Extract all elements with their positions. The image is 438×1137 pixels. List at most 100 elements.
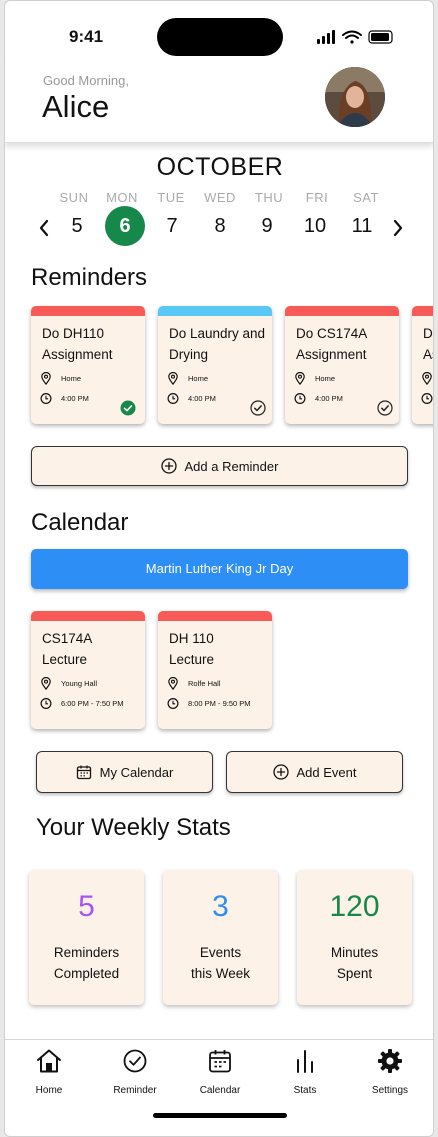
event-time: 8:00 PM - 9:50 PM bbox=[188, 698, 251, 708]
event-color-bar bbox=[158, 611, 272, 621]
clock-icon bbox=[167, 392, 179, 404]
weekly-stats-heading: Your Weekly Stats bbox=[36, 814, 231, 841]
location-pin-icon bbox=[168, 676, 178, 690]
day-11[interactable]: 11 bbox=[342, 206, 382, 246]
avatar[interactable] bbox=[325, 67, 385, 127]
reminder-time-row: 4:00 PM bbox=[294, 391, 343, 405]
status-time: 9:41 bbox=[69, 27, 104, 46]
status-icons bbox=[317, 30, 393, 44]
event-title: CS174A Lecture bbox=[42, 631, 92, 667]
event-time-row: 8:00 PM - 9:50 PM bbox=[167, 696, 251, 710]
reminder-color-bar bbox=[31, 306, 145, 316]
plus-circle-icon bbox=[272, 764, 289, 780]
tab-home-label: Home bbox=[35, 1085, 63, 1096]
reminder-color-bar bbox=[285, 306, 399, 316]
clock-icon bbox=[40, 392, 52, 404]
tab-settings-label: Settings bbox=[371, 1085, 409, 1096]
status-bar: 9:41 bbox=[5, 1, 433, 61]
weekday-label-thu: THU bbox=[254, 190, 284, 205]
stat-label-line1: Reminders bbox=[53, 945, 120, 960]
bottom-tab-bar: Home Reminder Calendar Stats Settings bbox=[5, 1039, 433, 1136]
reminder-time: 4:00 PM bbox=[61, 393, 89, 403]
user-name: Alice bbox=[42, 89, 110, 124]
tab-reminder-label: Reminder bbox=[113, 1085, 157, 1096]
my-calendar-button[interactable]: My Calendar bbox=[36, 751, 213, 793]
reminder-location-row: Home bbox=[40, 371, 81, 385]
stat-card-minutes: 120 Minutes Spent bbox=[297, 870, 412, 1005]
weekday-label-mon: MON bbox=[106, 190, 138, 205]
weekday-label-fri: FRI bbox=[305, 190, 329, 205]
tab-stats-label: Stats bbox=[293, 1085, 317, 1096]
tab-home[interactable]: Home bbox=[9, 1048, 89, 1096]
phone-screen: 9:41 Good Morning, Alice OCTOBER SUN MON… bbox=[4, 0, 434, 1137]
home-indicator bbox=[153, 1113, 287, 1118]
my-calendar-label: My Calendar bbox=[99, 764, 174, 780]
check-circle-icon[interactable] bbox=[377, 400, 393, 416]
reminder-card-partial[interactable]: Do As bbox=[412, 306, 433, 424]
day-10[interactable]: 10 bbox=[295, 206, 335, 246]
stat-card-reminders: 5 Reminders Completed bbox=[29, 870, 144, 1005]
add-event-button[interactable]: Add Event bbox=[226, 751, 403, 793]
reminder-location: Home bbox=[61, 373, 82, 383]
day-9[interactable]: 9 bbox=[247, 206, 287, 246]
stat-label-line1: Minutes bbox=[330, 945, 379, 960]
clock-icon bbox=[167, 697, 179, 709]
stat-card-events: 3 Events this Week bbox=[163, 870, 278, 1005]
day-7[interactable]: 7 bbox=[152, 206, 192, 246]
reminder-title: Do As bbox=[423, 323, 433, 365]
weekday-label-sun: SUN bbox=[59, 190, 89, 205]
reminder-time-row bbox=[421, 391, 433, 405]
calendar-icon bbox=[209, 1050, 231, 1073]
prev-week-arrow-icon[interactable] bbox=[37, 217, 51, 239]
reminder-title: Do DH110 Assignment bbox=[42, 326, 113, 362]
day-5[interactable]: 5 bbox=[57, 206, 97, 246]
check-circle-icon[interactable] bbox=[250, 400, 266, 416]
reminder-card[interactable]: Do DH110 Assignment Home 4:00 PM bbox=[31, 306, 145, 424]
calendar-icon bbox=[76, 765, 91, 780]
event-time-row: 6:00 PM - 7:50 PM bbox=[40, 696, 124, 710]
completed-check-icon[interactable] bbox=[120, 400, 136, 416]
event-time: 6:00 PM - 7:50 PM bbox=[61, 698, 124, 708]
stat-label-line2: this Week bbox=[190, 966, 251, 981]
reminder-location: Home bbox=[315, 373, 336, 383]
next-week-arrow-icon[interactable] bbox=[391, 217, 405, 239]
reminder-location: Home bbox=[188, 373, 209, 383]
reminder-title-line2: As bbox=[423, 347, 433, 362]
reminder-title: Do Laundry and Drying bbox=[169, 326, 266, 362]
day-6-selected[interactable]: 6 bbox=[105, 206, 145, 246]
bar-stats-icon bbox=[297, 1050, 313, 1073]
stat-label: Reminders Completed bbox=[29, 942, 144, 984]
tab-reminder[interactable]: Reminder bbox=[95, 1048, 175, 1096]
month-title: OCTOBER bbox=[156, 153, 284, 181]
plus-circle-icon bbox=[160, 458, 177, 474]
add-event-label: Add Event bbox=[296, 764, 357, 780]
stat-label-line1: Events bbox=[199, 945, 242, 960]
add-reminder-button[interactable]: Add a Reminder bbox=[31, 446, 408, 486]
reminder-card[interactable]: Do Laundry and Drying Home 4:00 PM bbox=[158, 306, 272, 424]
home-icon bbox=[37, 1049, 61, 1073]
day-8[interactable]: 8 bbox=[200, 206, 240, 246]
signal-icon bbox=[317, 30, 335, 44]
reminder-time-row: 4:00 PM bbox=[167, 391, 216, 405]
reminder-card[interactable]: Do CS174A Assignment Home 4:00 PM bbox=[285, 306, 399, 424]
all-day-event-banner[interactable]: Martin Luther King Jr Day bbox=[31, 549, 408, 589]
location-pin-icon bbox=[168, 371, 178, 385]
reminder-location-row bbox=[421, 371, 433, 385]
location-pin-icon bbox=[295, 371, 305, 385]
reminder-color-bar bbox=[412, 306, 433, 316]
event-card[interactable]: DH 110 Lecture Rolfe Hall 8:00 PM - 9:50… bbox=[158, 611, 272, 729]
clock-icon bbox=[40, 697, 52, 709]
tab-calendar[interactable]: Calendar bbox=[180, 1048, 260, 1096]
tab-stats[interactable]: Stats bbox=[265, 1048, 345, 1096]
calendar-heading: Calendar bbox=[31, 509, 129, 536]
check-circle-icon bbox=[123, 1049, 147, 1073]
stat-value: 3 bbox=[212, 890, 229, 923]
clock-icon bbox=[421, 392, 433, 404]
tab-settings[interactable]: Settings bbox=[350, 1048, 430, 1096]
reminder-title-line1: Do bbox=[423, 326, 433, 341]
reminder-color-bar bbox=[158, 306, 272, 316]
location-pin-icon bbox=[41, 676, 51, 690]
stat-label-line2: Spent bbox=[336, 966, 373, 981]
gear-icon bbox=[378, 1049, 402, 1073]
event-card[interactable]: CS174A Lecture Young Hall 6:00 PM - 7:50… bbox=[31, 611, 145, 729]
